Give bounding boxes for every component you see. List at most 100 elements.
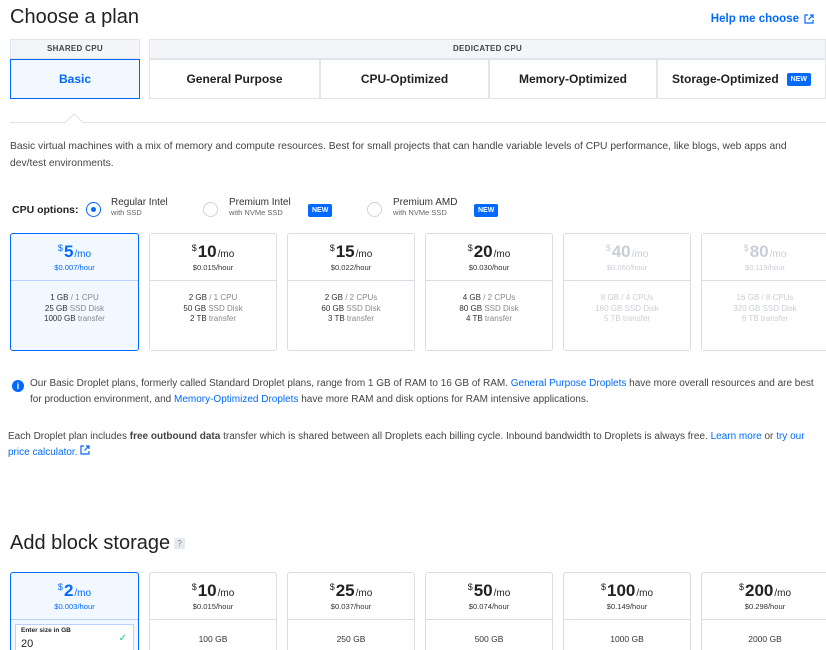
block-storage-title: Add block storage? <box>10 532 186 555</box>
tab-storage-optimized[interactable]: Storage-Optimized NEW <box>657 59 826 99</box>
cpu-option-regular-intel-radio[interactable] <box>86 202 101 217</box>
tab-cpu-optimized[interactable]: CPU-Optimized <box>320 59 489 99</box>
new-badge: NEW <box>786 72 812 86</box>
dedicated-cpu-heading: DEDICATED CPU <box>149 39 826 59</box>
info-text: have more RAM and disk options for RAM i… <box>301 394 589 405</box>
basic-plans-info: Our Basic Droplet plans, formerly called… <box>30 376 826 408</box>
cpu-option-premium-amd-radio[interactable] <box>367 202 382 217</box>
general-purpose-link[interactable]: General Purpose Droplets <box>511 378 627 389</box>
memory-optimized-link[interactable]: Memory-Optimized Droplets <box>174 394 298 405</box>
plan-memory: 16 GB <box>736 293 760 302</box>
storage-price: 10 <box>197 581 217 600</box>
plan-disk: 80 GB <box>459 303 483 313</box>
storage-size: 500 GB <box>474 634 504 644</box>
cpu-option-premium-intel-radio[interactable] <box>203 202 218 217</box>
plan-transfer: 2 TB <box>189 314 207 323</box>
plan-disk-unit: SSD Disk <box>624 303 659 313</box>
currency-symbol: $ <box>605 243 611 253</box>
storage-card-50[interactable]: $50/mo $0.074/hour 500 GB <box>425 572 553 650</box>
plan-disk-unit: SSD Disk <box>762 303 797 313</box>
plan-card-40[interactable]: $40/mo $0.060/hour 8 GB / 4 CPUs 160 GB … <box>563 233 691 351</box>
external-link-icon <box>804 14 814 24</box>
storage-size: 2000 GB <box>748 634 782 644</box>
tab-memory-optimized[interactable]: Memory-Optimized <box>489 59 657 99</box>
plan-card-10[interactable]: $10/mo $0.015/hour 2 GB / 1 CPU 50 GB SS… <box>149 233 277 351</box>
custom-size-field[interactable]: Enter size in GB ✓ <box>15 624 134 650</box>
help-me-choose-link[interactable]: Help me choose <box>711 13 814 25</box>
currency-symbol: $ <box>738 582 744 592</box>
size-gb-input[interactable] <box>21 638 107 650</box>
price-period: /mo <box>493 249 511 260</box>
storage-hourly-price: $0.015/hour <box>192 602 234 611</box>
storage-card-2[interactable]: $2/mo $0.003/hour Enter size in GB ✓ <box>10 572 139 650</box>
cpu-option-premium-amd[interactable]: Premium AMD with NVMe SSD <box>393 197 457 217</box>
tab-label: Memory-Optimized <box>518 72 627 86</box>
storage-card-100[interactable]: $100/mo $0.149/hour 1000 GB <box>563 572 691 650</box>
currency-symbol: $ <box>57 582 63 592</box>
plan-price-block: $5/mo $0.007/hour <box>11 234 138 281</box>
currency-symbol: $ <box>467 582 473 592</box>
plan-hourly-price: $0.060/hour <box>606 263 648 272</box>
plan-transfer: 6 TB <box>741 314 759 323</box>
tab-label: Storage-Optimized <box>671 72 779 86</box>
plan-disk: 50 GB <box>183 303 207 313</box>
plan-card-20[interactable]: $20/mo $0.030/hour 4 GB / 2 CPUs 80 GB S… <box>425 233 553 351</box>
price-period: /mo <box>217 588 235 599</box>
storage-card-200[interactable]: $200/mo $0.298/hour 2000 GB <box>701 572 826 650</box>
tab-general-purpose[interactable]: General Purpose <box>149 59 320 99</box>
storage-size: 250 GB <box>336 634 366 644</box>
plan-specs: 2 GB / 2 CPUs 60 GB SSD Disk 3 TB transf… <box>288 281 414 325</box>
plan-card-80[interactable]: $80/mo $0.119/hour 16 GB / 8 CPUs 320 GB… <box>701 233 826 351</box>
storage-card-10[interactable]: $10/mo $0.015/hour 100 GB <box>149 572 277 650</box>
option-label: Premium Intel <box>229 197 291 208</box>
plan-memory: 1 GB <box>50 293 69 302</box>
storage-hourly-price: $0.074/hour <box>468 602 510 611</box>
currency-symbol: $ <box>743 243 749 253</box>
plan-cpu: / 1 CPU <box>70 293 99 302</box>
plan-cpu: / 1 CPU <box>209 293 238 302</box>
plan-hourly-price: $0.119/hour <box>745 263 785 272</box>
cpu-option-premium-intel[interactable]: Premium Intel with NVMe SSD <box>229 197 291 217</box>
transfer-text: or <box>764 431 774 442</box>
storage-card-25[interactable]: $25/mo $0.037/hour 250 GB <box>287 572 415 650</box>
plan-transfer-unit: transfer <box>760 314 789 323</box>
price-period: /mo <box>217 249 235 260</box>
storage-hourly-price: $0.149/hour <box>606 602 648 611</box>
external-link-icon <box>80 445 90 455</box>
storage-price-block: $200/mo $0.298/hour <box>702 573 826 620</box>
currency-symbol: $ <box>191 243 197 253</box>
size-field-label: Enter size in GB <box>21 627 71 634</box>
price-period: /mo <box>355 249 373 260</box>
plan-price: 5 <box>63 242 74 261</box>
plan-hourly-price: $0.030/hour <box>468 263 510 272</box>
plan-memory: 8 GB <box>600 293 619 302</box>
plan-transfer-unit: transfer <box>484 314 513 323</box>
storage-size: 100 GB <box>198 634 228 644</box>
help-tooltip-icon[interactable]: ? <box>174 538 186 550</box>
plan-disk-unit: SSD Disk <box>69 303 105 313</box>
plan-price-block: $15/mo $0.022/hour <box>288 234 414 281</box>
storage-price-block: $100/mo $0.149/hour <box>564 573 690 620</box>
plan-card-5[interactable]: $5/mo $0.007/hour 1 GB / 1 CPU 25 GB SSD… <box>10 233 139 351</box>
currency-symbol: $ <box>191 582 197 592</box>
tab-basic[interactable]: Basic <box>10 59 140 99</box>
price-period: /mo <box>636 588 654 599</box>
plan-description: Basic virtual machines with a mix of mem… <box>10 141 787 169</box>
plan-transfer: 1000 GB <box>44 314 76 323</box>
transfer-note: Each Droplet plan includes free outbound… <box>8 429 826 461</box>
currency-symbol: $ <box>329 243 335 253</box>
storage-price: 2 <box>63 581 74 600</box>
currency-symbol: $ <box>467 243 473 253</box>
plan-hourly-price: $0.007/hour <box>54 263 95 272</box>
plan-price: 20 <box>473 242 493 261</box>
storage-price-block: $10/mo $0.015/hour <box>150 573 276 620</box>
storage-price: 25 <box>335 581 355 600</box>
storage-price-block: $50/mo $0.074/hour <box>426 573 552 620</box>
currency-symbol: $ <box>329 582 335 592</box>
plan-disk: 320 GB <box>733 303 761 313</box>
currency-symbol: $ <box>57 243 63 253</box>
tab-label: CPU-Optimized <box>360 72 449 86</box>
cpu-option-regular-intel[interactable]: Regular Intel with SSD <box>111 197 168 217</box>
plan-card-15[interactable]: $15/mo $0.022/hour 2 GB / 2 CPUs 60 GB S… <box>287 233 415 351</box>
learn-more-link[interactable]: Learn more <box>711 431 762 442</box>
